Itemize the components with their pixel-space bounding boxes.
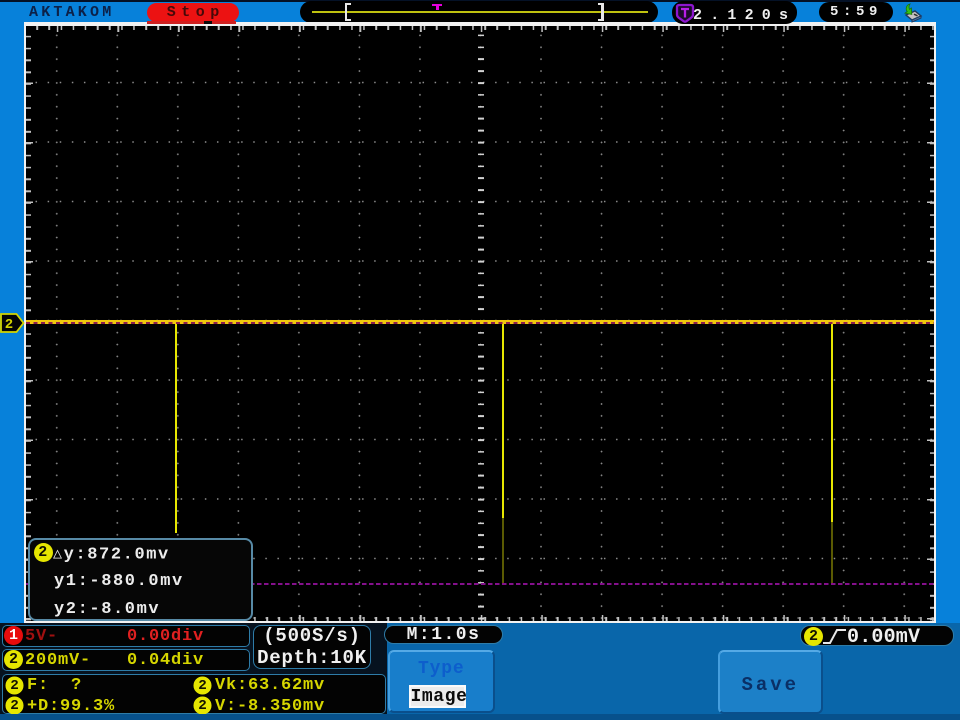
svg-text:2: 2 bbox=[5, 317, 13, 333]
